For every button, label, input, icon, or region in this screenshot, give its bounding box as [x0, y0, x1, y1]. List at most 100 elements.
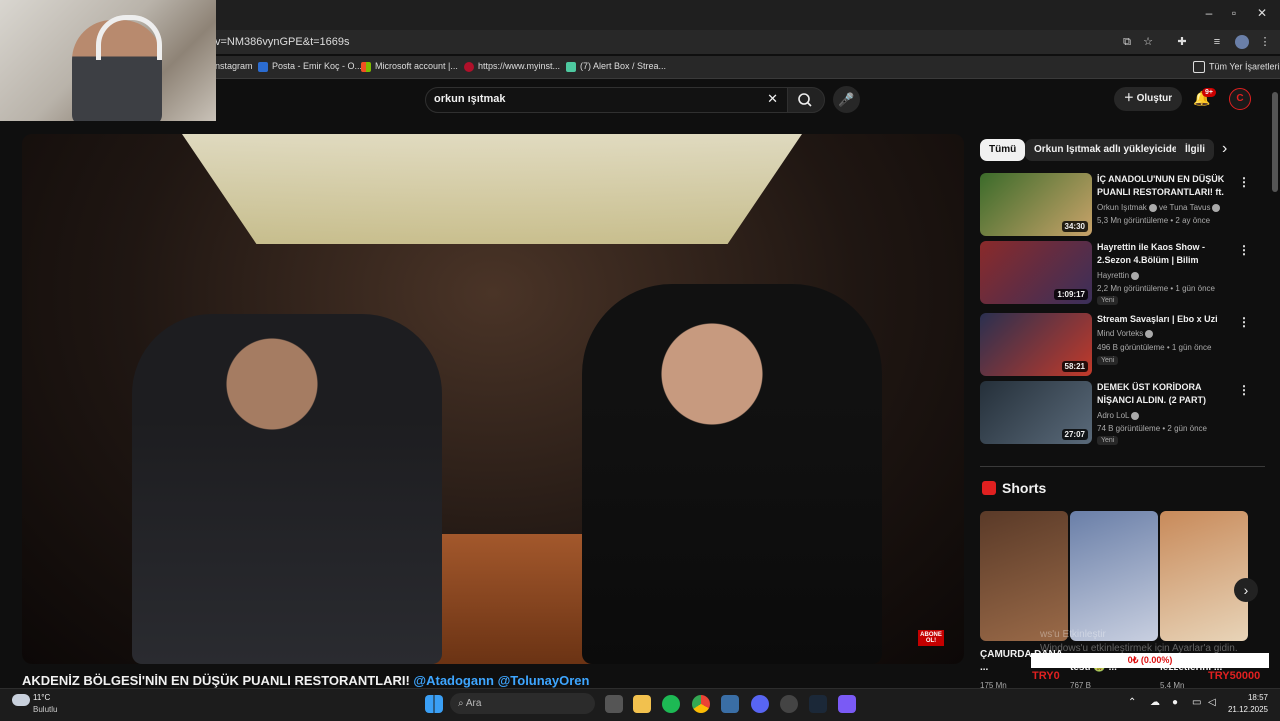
account-avatar[interactable]: C: [1229, 88, 1251, 110]
duration-badge: 27:07: [1061, 429, 1088, 440]
tray-chevron-icon[interactable]: ⌃: [1128, 697, 1136, 708]
rec-channel[interactable]: Orkun Işıtmak ve Tuna Tavus: [1097, 203, 1221, 212]
person-right: [582, 284, 882, 664]
microphone-icon[interactable]: ●: [1172, 697, 1178, 708]
verified-icon: [1145, 329, 1154, 338]
bookmark-posta[interactable]: Posta - Emir Koç - O...: [258, 61, 362, 72]
app-icon[interactable]: [838, 695, 856, 713]
bookmark-instagram[interactable]: nstagram: [215, 61, 253, 71]
clock-date[interactable]: 21.12.2025: [1220, 705, 1268, 714]
reading-list-icon[interactable]: ≡: [1210, 35, 1224, 49]
video-thumbnail[interactable]: 34:30: [980, 173, 1092, 236]
shorts-next-arrow-icon[interactable]: ›: [1234, 578, 1258, 602]
short-thumbnail[interactable]: [1160, 511, 1248, 641]
webcam-overlay: [0, 0, 216, 121]
chip-all[interactable]: Tümü: [980, 139, 1026, 161]
rec-channel[interactable]: Hayrettin: [1097, 271, 1140, 280]
divider: [980, 466, 1265, 467]
shorts-heading: Shorts: [1002, 480, 1047, 496]
voice-search-button[interactable]: 🎤: [833, 86, 860, 113]
volume-icon[interactable]: ◁: [1208, 697, 1216, 708]
weather-cloud-icon[interactable]: [12, 694, 30, 706]
chrome-icon[interactable]: [692, 695, 710, 713]
more-options-icon[interactable]: ⋮: [1238, 175, 1250, 189]
new-badge: Yeni: [1097, 356, 1119, 365]
bookmark-star-icon[interactable]: ☆: [1141, 35, 1155, 49]
bookmark-microsoft[interactable]: Microsoft account |...: [361, 61, 458, 72]
weather-temp[interactable]: 11°C: [33, 693, 50, 702]
task-view-icon[interactable]: [605, 695, 623, 713]
recommendation-item[interactable]: 34:30 İÇ ANADOLU'NUN EN DÜŞÜK PUANLI RES…: [980, 173, 1265, 237]
clock-time[interactable]: 18:57: [1228, 693, 1268, 702]
more-options-icon[interactable]: ⋮: [1238, 243, 1250, 257]
url-field[interactable]: v=NM386vynGPE&t=1669s: [215, 34, 1105, 51]
minimize-button[interactable]: –: [1199, 6, 1219, 20]
taskbar-search[interactable]: ⌕ Ara: [450, 693, 595, 714]
video-title-mentions[interactable]: @Atadogann @TolunayOren: [410, 673, 589, 688]
verified-icon: [1131, 411, 1140, 420]
video-player[interactable]: ABONE OL!: [22, 134, 964, 664]
profile-avatar-icon[interactable]: [1235, 35, 1249, 49]
search-icon: [798, 93, 812, 107]
video-thumbnail[interactable]: 58:21: [980, 313, 1092, 376]
verified-icon: [1131, 271, 1140, 280]
page-scrollbar[interactable]: [1272, 92, 1278, 192]
rec-channel[interactable]: Mind Vorteks: [1097, 329, 1154, 338]
install-app-icon[interactable]: ⧉: [1120, 35, 1134, 49]
spotify-icon[interactable]: [662, 695, 680, 713]
verified-icon: [1212, 203, 1221, 212]
rec-title[interactable]: DEMEK ÜST KORİDORA NİŞANCI ALDIN. (2 PAR…: [1097, 381, 1232, 407]
search-input[interactable]: orkun ışıtmak ✕: [425, 87, 789, 113]
browser-menu-icon[interactable]: ⋮: [1258, 35, 1272, 49]
steam-icon[interactable]: [809, 695, 827, 713]
extensions-icon[interactable]: ✚: [1175, 35, 1189, 49]
maximize-button[interactable]: ▫: [1224, 6, 1244, 20]
obs-icon[interactable]: [780, 695, 798, 713]
rec-title[interactable]: İÇ ANADOLU'NUN EN DÜŞÜK PUANLI RESTORANT…: [1097, 173, 1232, 199]
search-button[interactable]: [787, 87, 825, 113]
rec-channel[interactable]: Adro LoL: [1097, 411, 1140, 420]
duration-badge: 34:30: [1061, 221, 1088, 232]
more-options-icon[interactable]: ⋮: [1238, 383, 1250, 397]
clear-search-icon[interactable]: ✕: [767, 91, 778, 107]
chip-uploader[interactable]: Orkun Işıtmak adlı yükleyiciden: [1025, 139, 1193, 161]
short-thumbnail[interactable]: [980, 511, 1068, 641]
donation-goal-min: TRY0: [1032, 670, 1060, 682]
car-ceiling-light: [182, 134, 802, 244]
windows-start-icon[interactable]: [425, 695, 443, 713]
verified-icon: [1148, 203, 1157, 212]
recommendation-item[interactable]: 1:09:17 Hayrettin ile Kaos Show - 2.Sezo…: [980, 241, 1265, 305]
duration-badge: 1:09:17: [1054, 289, 1088, 300]
video-title: AKDENİZ BÖLGESİ'NİN EN DÜŞÜK PUANLI REST…: [22, 673, 590, 688]
recommendation-item[interactable]: 58:21 Stream Savaşları | Ebo x Uzi Mind …: [980, 313, 1265, 377]
streamlabs-icon: [566, 61, 576, 72]
file-explorer-icon[interactable]: [633, 695, 651, 713]
create-button[interactable]: ＋ Oluştur: [1114, 87, 1182, 111]
video-thumbnail[interactable]: 27:07: [980, 381, 1092, 444]
short-thumbnail[interactable]: [1070, 511, 1158, 641]
bookmark-alertbox[interactable]: (7) Alert Box / Strea...: [566, 61, 666, 72]
duration-badge: 58:21: [1061, 361, 1088, 372]
discord-icon[interactable]: [751, 695, 769, 713]
onedrive-icon[interactable]: ☁: [1150, 697, 1160, 708]
recommendation-item[interactable]: 27:07 DEMEK ÜST KORİDORA NİŞANCI ALDIN. …: [980, 381, 1265, 445]
rec-title[interactable]: Hayrettin ile Kaos Show - 2.Sezon 4.Bölü…: [1097, 241, 1232, 267]
subscribe-overlay[interactable]: ABONE OL!: [918, 630, 944, 646]
more-options-icon[interactable]: ⋮: [1238, 315, 1250, 329]
bookmark-myinst[interactable]: https://www.myinst...: [464, 61, 560, 72]
headphones: [96, 15, 162, 60]
microphone-icon: 🎤: [838, 92, 855, 107]
close-window-button[interactable]: ✕: [1252, 6, 1272, 20]
notification-count-badge: 9+: [1202, 88, 1216, 97]
chip-related[interactable]: İlgili: [1176, 139, 1214, 161]
folder-icon: [1193, 61, 1205, 73]
microsoft-icon: [361, 61, 371, 72]
rec-title[interactable]: Stream Savaşları | Ebo x Uzi: [1097, 313, 1232, 326]
all-bookmarks[interactable]: Tüm Yer İşaretleri: [1193, 61, 1280, 73]
chevron-right-icon[interactable]: ›: [1222, 140, 1227, 158]
app-icon[interactable]: [721, 695, 739, 713]
rec-meta: 74 B görüntüleme • 2 gün önce: [1097, 424, 1207, 433]
network-icon[interactable]: ▭: [1192, 697, 1201, 708]
video-thumbnail[interactable]: 1:09:17: [980, 241, 1092, 304]
windows-activation-watermark: ws'u Etkinleştir Windows'u etkinleştirmek…: [1040, 629, 1238, 654]
